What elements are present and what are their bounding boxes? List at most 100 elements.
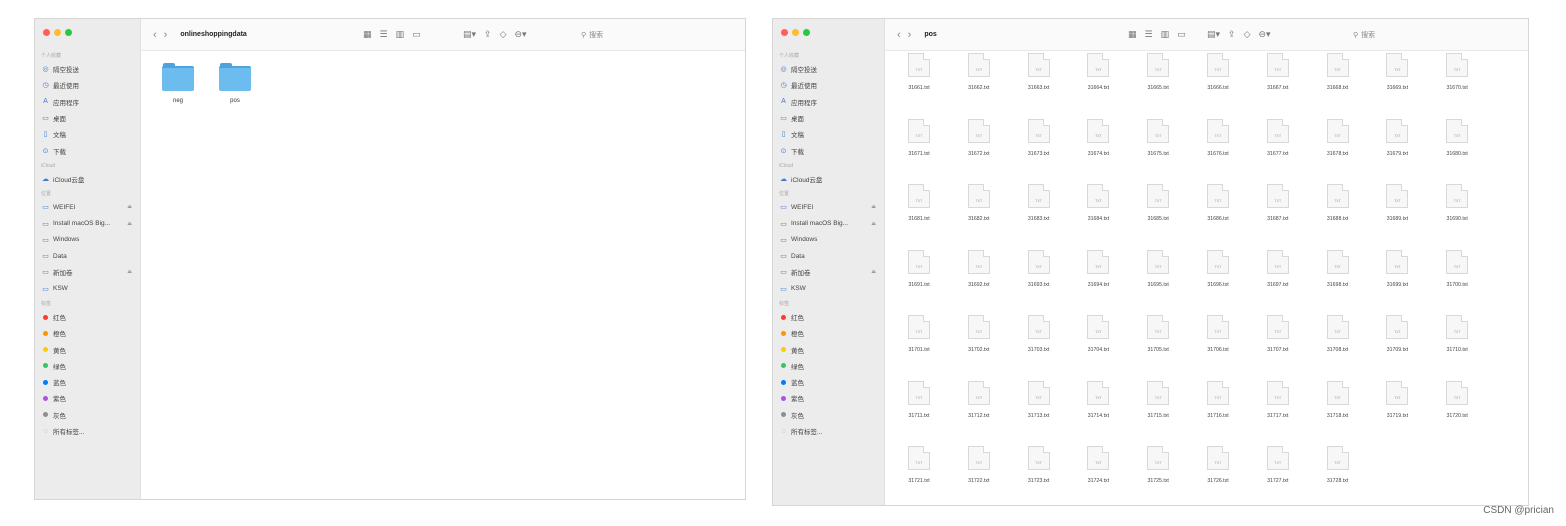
group-menu-icon[interactable]: ▤▾	[463, 29, 476, 40]
sidebar-item[interactable]: ▭ Install macOS Big... ⏏	[779, 215, 880, 231]
file-item[interactable]: TXT 31699.txt	[1377, 249, 1437, 316]
back-forward-icon[interactable]: ‹›	[153, 29, 174, 41]
sidebar-item[interactable]: ◷ 最近使用	[779, 77, 880, 93]
file-item[interactable]: TXT 31706.txt	[1198, 315, 1258, 381]
sidebar-item[interactable]: ▭ 桌面	[41, 110, 136, 126]
sidebar-item[interactable]: 紫色	[41, 390, 136, 406]
eject-icon[interactable]: ⏏	[127, 204, 132, 210]
file-item[interactable]: TXT 31697.txt	[1258, 249, 1318, 316]
file-item[interactable]: TXT 31687.txt	[1258, 184, 1318, 250]
icon-view-icon[interactable]: ▦	[1128, 29, 1137, 40]
eject-icon[interactable]: ⏏	[871, 221, 876, 227]
sidebar-item[interactable]: 橙色	[779, 325, 880, 341]
close-button[interactable]	[43, 29, 50, 36]
file-item[interactable]: TXT 31725.txt	[1138, 446, 1198, 505]
file-item[interactable]: TXT 31688.txt	[1318, 184, 1378, 250]
file-item[interactable]: TXT 31715.txt	[1138, 380, 1198, 447]
file-item[interactable]: TXT 31707.txt	[1258, 315, 1318, 381]
list-view-icon[interactable]: ☰	[1145, 29, 1153, 40]
file-item[interactable]: TXT 31667.txt	[1258, 53, 1318, 119]
gallery-view-icon[interactable]: ▭	[412, 29, 421, 40]
sidebar-item[interactable]: ◷ 最近使用	[41, 77, 136, 93]
sidebar-item[interactable]: ▭ Windows	[779, 232, 880, 248]
group-menu-icon[interactable]: ▤▾	[1207, 29, 1220, 40]
file-item[interactable]: TXT 31671.txt	[899, 118, 959, 185]
sidebar-item-all-tags[interactable]: ◌ 所有标签...	[779, 423, 880, 439]
file-item[interactable]: TXT 31712.txt	[959, 380, 1019, 447]
eject-icon[interactable]: ⏏	[871, 204, 876, 210]
file-item[interactable]: TXT 31665.txt	[1138, 53, 1198, 119]
file-item[interactable]: TXT 31663.txt	[1019, 53, 1079, 119]
sidebar-item[interactable]: A 应用程序	[41, 94, 136, 110]
sidebar-item[interactable]: ▭ 新加卷 ⏏	[779, 264, 880, 280]
more-actions-icon[interactable]: ⊖▾	[1259, 29, 1271, 40]
file-item[interactable]: TXT 31693.txt	[1019, 249, 1079, 316]
sidebar-item[interactable]: A 应用程序	[779, 94, 880, 110]
file-item[interactable]: TXT 31678.txt	[1318, 118, 1378, 185]
eject-icon[interactable]: ⏏	[127, 269, 132, 275]
share-icon[interactable]: ⇪	[1228, 29, 1236, 40]
file-item[interactable]: TXT 31690.txt	[1437, 184, 1497, 250]
sidebar-item[interactable]: 蓝色	[779, 374, 880, 390]
sidebar-item[interactable]: 红色	[41, 309, 136, 325]
file-item[interactable]: TXT 31686.txt	[1198, 184, 1258, 250]
sidebar-item[interactable]: 绿色	[41, 358, 136, 374]
sidebar-item[interactable]: 红色	[779, 309, 880, 325]
file-item[interactable]: TXT 31673.txt	[1019, 118, 1079, 185]
tag-icon[interactable]: ◇	[1244, 29, 1251, 40]
sidebar-item[interactable]: 黄色	[779, 341, 880, 357]
close-button[interactable]	[781, 29, 788, 36]
file-item[interactable]: TXT 31717.txt	[1258, 380, 1318, 447]
sidebar-item[interactable]: 紫色	[779, 390, 880, 406]
file-item[interactable]: TXT 31695.txt	[1138, 249, 1198, 316]
sidebar-item[interactable]: ▭ 新加卷 ⏏	[41, 264, 136, 280]
sidebar-item[interactable]: ⊙ 下载	[779, 142, 880, 158]
sidebar-item[interactable]: ▯ 文稿	[41, 126, 136, 142]
sidebar-item[interactable]: 蓝色	[41, 374, 136, 390]
file-item[interactable]: TXT 31716.txt	[1198, 380, 1258, 447]
minimize-button[interactable]	[792, 29, 799, 36]
sidebar-item[interactable]: ▭ WEIFEI ⏏	[41, 199, 136, 215]
file-item[interactable]: TXT 31727.txt	[1258, 446, 1318, 505]
file-item[interactable]: TXT 31682.txt	[959, 184, 1019, 250]
zoom-button[interactable]	[803, 29, 810, 36]
sidebar-item[interactable]: ▭ Windows	[41, 232, 136, 248]
file-item[interactable]: TXT 31718.txt	[1318, 380, 1378, 447]
icon-view-icon[interactable]: ▦	[363, 29, 372, 40]
list-view-icon[interactable]: ☰	[380, 29, 388, 40]
sidebar-item[interactable]: ☁ iCloud云盘	[41, 171, 136, 187]
folder-item[interactable]: pos	[215, 63, 255, 104]
file-item[interactable]: TXT 31683.txt	[1019, 184, 1079, 250]
sidebar-item[interactable]: 灰色	[41, 407, 136, 423]
file-item[interactable]: TXT 31711.txt	[899, 380, 959, 447]
sidebar-item[interactable]: ▭ KSW	[779, 281, 880, 297]
sidebar-item-all-tags[interactable]: ◌ 所有标签...	[41, 423, 136, 439]
eject-icon[interactable]: ⏏	[871, 269, 876, 275]
file-item[interactable]: TXT 31719.txt	[1377, 380, 1437, 447]
sidebar-item[interactable]: ⊙ 下载	[41, 142, 136, 158]
sidebar-item[interactable]: ▯ 文稿	[779, 126, 880, 142]
sidebar-item[interactable]: ▭ KSW	[41, 281, 136, 297]
file-item[interactable]: TXT 31722.txt	[959, 446, 1019, 505]
file-item[interactable]: TXT 31696.txt	[1198, 249, 1258, 316]
file-item[interactable]: TXT 31689.txt	[1377, 184, 1437, 250]
file-item[interactable]: TXT 31684.txt	[1078, 184, 1138, 250]
column-view-icon[interactable]: ▥	[396, 29, 405, 40]
file-item[interactable]: TXT 31704.txt	[1078, 315, 1138, 381]
file-item[interactable]: TXT 31679.txt	[1377, 118, 1437, 185]
share-icon[interactable]: ⇪	[484, 29, 492, 40]
file-item[interactable]: TXT 31670.txt	[1437, 53, 1497, 119]
file-item[interactable]: TXT 31703.txt	[1019, 315, 1079, 381]
sidebar-item[interactable]: 绿色	[779, 358, 880, 374]
sidebar-item[interactable]: ◎ 隔空投送	[779, 61, 880, 77]
zoom-button[interactable]	[65, 29, 72, 36]
gallery-view-icon[interactable]: ▭	[1177, 29, 1186, 40]
minimize-button[interactable]	[54, 29, 61, 36]
file-item[interactable]: TXT 31677.txt	[1258, 118, 1318, 185]
more-actions-icon[interactable]: ⊖▾	[515, 29, 527, 40]
search-field[interactable]: ⚲ 搜索	[1353, 30, 1375, 40]
folder-item[interactable]: neg	[158, 63, 198, 104]
sidebar-item[interactable]: ▭ Install macOS Big... ⏏	[41, 215, 136, 231]
file-item[interactable]: TXT 31675.txt	[1138, 118, 1198, 185]
file-item[interactable]: TXT 31685.txt	[1138, 184, 1198, 250]
